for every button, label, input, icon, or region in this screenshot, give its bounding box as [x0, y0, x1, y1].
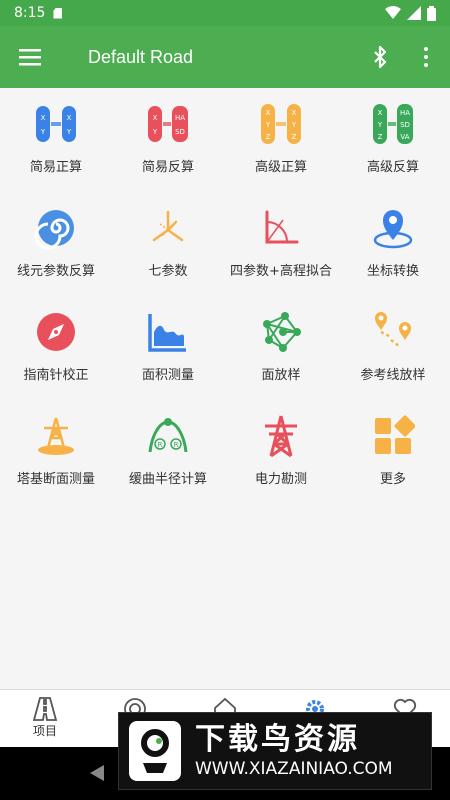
- watermark-url: WWW.XIAZAINIAO.COM: [195, 759, 393, 779]
- tool-label: 电力勘测: [254, 472, 307, 487]
- svg-text:X: X: [41, 114, 46, 122]
- svg-text:Y: Y: [265, 121, 271, 129]
- tool-line-element-inverse[interactable]: 线元参数反算: [0, 192, 112, 296]
- tool-label: 缓曲半径计算: [128, 472, 207, 487]
- curve-radius-icon: R R: [148, 418, 188, 453]
- tool-simple-forward[interactable]: X Y X Y 简易正算: [0, 88, 112, 192]
- svg-text:SD: SD: [175, 128, 185, 136]
- tool-label: 面放样: [261, 368, 301, 383]
- tool-label: 面积测量: [141, 368, 194, 383]
- tool-compass-calibration[interactable]: 指南针校正: [0, 296, 112, 400]
- more-grid-icon: [375, 415, 415, 454]
- svg-text:X: X: [378, 109, 383, 117]
- tool-tower-section[interactable]: 塔基断面测量: [0, 400, 112, 504]
- route-pins-icon: [375, 312, 411, 347]
- bluetooth-icon: [374, 45, 387, 69]
- tool-reference-line-stakeout[interactable]: 参考线放样: [337, 296, 449, 400]
- tool-label: 参考线放样: [360, 368, 426, 383]
- svg-text:VA: VA: [400, 133, 409, 141]
- tool-label: 七参数: [148, 264, 188, 279]
- svg-text:Y: Y: [291, 121, 297, 129]
- svg-text:X: X: [153, 114, 158, 122]
- overflow-menu-button[interactable]: [416, 43, 436, 71]
- tool-label: 塔基断面测量: [16, 472, 95, 487]
- svg-text:Z: Z: [378, 133, 383, 141]
- tool-advanced-forward[interactable]: X Y Z X Y Z 高级正算: [225, 88, 337, 192]
- tower-base-icon: [38, 417, 74, 455]
- tool-power-survey[interactable]: 电力勘测: [225, 400, 337, 504]
- area-chart-icon: [148, 314, 186, 352]
- tool-label: 坐标转换: [366, 264, 419, 279]
- svg-text:Y: Y: [40, 128, 46, 136]
- svg-text:Y: Y: [152, 128, 158, 136]
- svg-text:Y: Y: [66, 128, 72, 136]
- watermark-logo-icon: [129, 721, 181, 781]
- xyz-xyz-icon: X Y Z X Y Z: [261, 104, 301, 144]
- svg-text:SD: SD: [400, 121, 410, 129]
- nav-project[interactable]: 项目: [0, 690, 90, 747]
- power-tower-icon: [265, 415, 297, 458]
- tool-advanced-inverse[interactable]: X Y Z HA SD VA 高级反算: [337, 88, 449, 192]
- tool-simple-inverse[interactable]: X Y HA SD 简易反算: [112, 88, 224, 192]
- watermark-title: 下载鸟资源: [195, 722, 360, 757]
- tool-label: 线元参数反算: [16, 264, 95, 279]
- svg-text:Z: Z: [266, 133, 271, 141]
- bluetooth-button[interactable]: [366, 43, 394, 71]
- watermark-overlay: 下载鸟资源 WWW.XIAZAINIAO.COM: [118, 712, 432, 790]
- app-bar: Default Road: [0, 26, 450, 88]
- tool-label: 高级正算: [254, 160, 307, 175]
- tool-label: 简易正算: [29, 160, 82, 175]
- hamburger-icon: [19, 49, 41, 66]
- dot-icon: [424, 47, 428, 51]
- svg-text:X: X: [67, 114, 72, 122]
- status-time: 8:15: [14, 5, 46, 21]
- xyz-hasdva-icon: X Y Z HA SD VA: [373, 104, 413, 144]
- system-back-button[interactable]: [90, 765, 104, 781]
- tool-label: 指南针校正: [23, 368, 89, 383]
- map-pin-icon: [373, 210, 413, 249]
- svg-text:X: X: [292, 109, 297, 117]
- svg-text:HA: HA: [400, 109, 410, 117]
- svg-text:R: R: [174, 441, 179, 449]
- nav-label: 项目: [32, 724, 57, 738]
- svg-text:HA: HA: [175, 114, 185, 122]
- status-bar: 8:15: [0, 0, 450, 26]
- svg-text:R: R: [158, 441, 163, 449]
- battery-icon: [427, 5, 436, 21]
- spiral-icon: [34, 210, 74, 250]
- tool-area-measure[interactable]: 面积测量: [112, 296, 224, 400]
- tool-label: 高级反算: [366, 160, 419, 175]
- svg-text:X: X: [266, 109, 271, 117]
- tool-seven-params[interactable]: 七参数: [112, 192, 224, 296]
- dot-icon: [424, 63, 428, 67]
- road-icon: [32, 697, 58, 721]
- xy-hasd-icon: X Y HA SD: [148, 106, 188, 142]
- tool-label: 四参数+高程拟合: [230, 264, 332, 279]
- svg-text:Y: Y: [377, 121, 383, 129]
- menu-button[interactable]: [0, 26, 60, 88]
- svg-text:Z: Z: [292, 133, 297, 141]
- compass-icon: [37, 313, 75, 351]
- network-icon: [263, 312, 301, 352]
- signal-icon: [407, 6, 421, 20]
- wifi-icon: [385, 6, 401, 19]
- tool-label: 简易反算: [141, 160, 194, 175]
- axes-3d-icon: [152, 210, 184, 242]
- dot-icon: [424, 55, 428, 59]
- tool-four-params[interactable]: 四参数+高程拟合: [225, 192, 337, 296]
- tool-surface-stakeout[interactable]: 面放样: [225, 296, 337, 400]
- tool-more[interactable]: 更多: [337, 400, 449, 504]
- xy-xy-icon: X Y X Y: [36, 106, 76, 142]
- tool-curve-radius[interactable]: R R 缓曲半径计算: [112, 400, 224, 504]
- tool-coord-transform[interactable]: 坐标转换: [337, 192, 449, 296]
- sim-card-icon: [53, 7, 63, 19]
- tool-label: 更多: [379, 472, 406, 487]
- app-title: Default Road: [88, 46, 194, 67]
- axes-2d-icon: [265, 210, 299, 244]
